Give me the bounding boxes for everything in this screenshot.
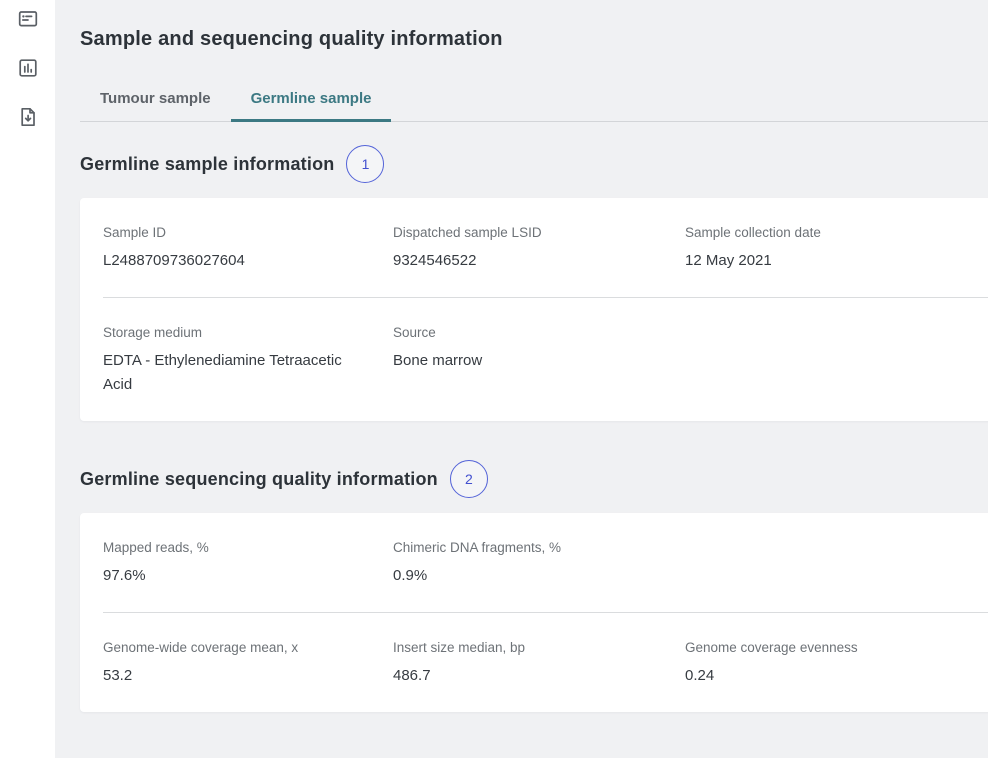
field-value: 9324546522: [393, 249, 661, 273]
field-genome-coverage-evenness: Genome coverage evenness 0.24: [685, 638, 988, 688]
bottom-spacer: [80, 712, 988, 758]
field-empty: [685, 323, 988, 397]
field-source: Source Bone marrow: [393, 323, 685, 397]
section-heading-sequencing-quality: Germline sequencing quality information …: [80, 459, 988, 499]
sequencing-quality-card: Mapped reads, % 97.6% Chimeric DNA fragm…: [80, 513, 988, 712]
field-label: Chimeric DNA fragments, %: [393, 538, 661, 557]
main-content: Sample and sequencing quality informatio…: [55, 0, 988, 758]
report-details-icon[interactable]: [15, 6, 41, 32]
field-label: Source: [393, 323, 661, 342]
tab-germline-sample[interactable]: Germline sample: [231, 78, 392, 122]
card-row: Mapped reads, % 97.6% Chimeric DNA fragm…: [103, 513, 988, 612]
field-label: Sample ID: [103, 223, 369, 242]
field-value: 97.6%: [103, 564, 369, 588]
field-sample-collection-date: Sample collection date 12 May 2021: [685, 223, 988, 273]
field-value: 12 May 2021: [685, 249, 988, 273]
field-storage-medium: Storage medium EDTA - Ethylenediamine Te…: [103, 323, 393, 397]
section-title: Germline sample information: [80, 152, 334, 176]
field-label: Genome-wide coverage mean, x: [103, 638, 369, 657]
field-label: Genome coverage evenness: [685, 638, 988, 657]
section-title: Germline sequencing quality information: [80, 467, 438, 491]
step-badge-1: 1: [346, 145, 384, 183]
card-row: Sample ID L2488709736027604 Dispatched s…: [103, 198, 988, 297]
field-empty: [685, 538, 988, 588]
field-sample-id: Sample ID L2488709736027604: [103, 223, 393, 273]
field-genome-wide-coverage-mean: Genome-wide coverage mean, x 53.2: [103, 638, 393, 688]
field-value: EDTA - Ethylenediamine Tetraacetic Acid: [103, 349, 369, 397]
field-label: Sample collection date: [685, 223, 988, 242]
sample-tabs: Tumour sample Germline sample: [80, 78, 988, 122]
field-dispatched-sample-lsid: Dispatched sample LSID 9324546522: [393, 223, 685, 273]
tab-tumour-sample[interactable]: Tumour sample: [80, 78, 231, 122]
field-value: 0.24: [685, 664, 988, 688]
page-title: Sample and sequencing quality informatio…: [80, 26, 988, 52]
field-value: 53.2: [103, 664, 369, 688]
field-insert-size-median: Insert size median, bp 486.7: [393, 638, 685, 688]
field-label: Dispatched sample LSID: [393, 223, 661, 242]
field-value: 486.7: [393, 664, 661, 688]
field-mapped-reads: Mapped reads, % 97.6%: [103, 538, 393, 588]
field-value: Bone marrow: [393, 349, 661, 373]
section-heading-sample-info: Germline sample information 1: [80, 144, 988, 184]
field-label: Insert size median, bp: [393, 638, 661, 657]
icon-sidebar: [0, 0, 55, 758]
file-download-icon[interactable]: [15, 104, 41, 130]
card-row: Genome-wide coverage mean, x 53.2 Insert…: [103, 612, 988, 712]
step-badge-2: 2: [450, 460, 488, 498]
field-label: Mapped reads, %: [103, 538, 369, 557]
field-chimeric-dna-fragments: Chimeric DNA fragments, % 0.9%: [393, 538, 685, 588]
card-row: Storage medium EDTA - Ethylenediamine Te…: [103, 297, 988, 421]
field-value: L2488709736027604: [103, 249, 369, 273]
bar-chart-icon[interactable]: [15, 55, 41, 81]
field-value: 0.9%: [393, 564, 661, 588]
field-label: Storage medium: [103, 323, 369, 342]
sample-info-card: Sample ID L2488709736027604 Dispatched s…: [80, 198, 988, 421]
